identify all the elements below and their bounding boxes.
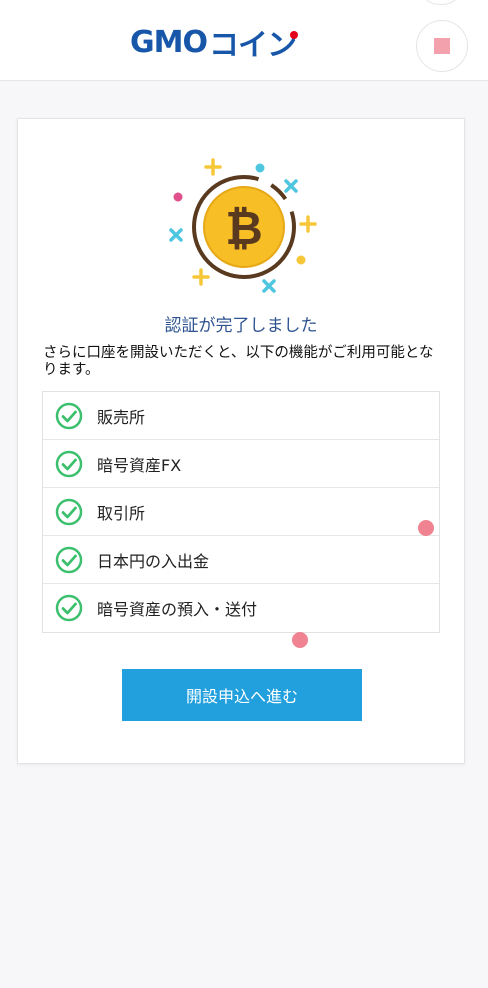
- logo-red-dot-icon: [289, 31, 298, 39]
- check-circle-icon: [55, 498, 83, 525]
- description-text: さらに口座を開設いただくと、以下の機能がご利用可能となります。: [43, 345, 434, 378]
- app-header: GMO コイン: [0, 0, 488, 81]
- svg-text:₿: ₿: [225, 201, 263, 255]
- gmo-coin-logo[interactable]: GMO コイン: [130, 22, 298, 63]
- feature-label: 暗号資産の預入・送付: [97, 600, 258, 619]
- list-item: 取引所: [43, 488, 439, 536]
- logo-latin: GMO: [130, 24, 208, 60]
- completion-title: 認証が完了しました: [164, 316, 318, 336]
- verification-complete-card: ₿ 認証が完了しました さらに口座を開設いただくと、以下の機能がご利用可能となり…: [17, 118, 465, 764]
- open-account-button[interactable]: 開設申込へ進む: [122, 669, 362, 721]
- list-item: 暗号資産FX: [43, 440, 439, 488]
- bitcoin-coin-icon: ₿: [169, 158, 317, 293]
- feature-list: 販売所 暗号資産FX 取引所 日本円の入出金 暗号資産の預入・送付: [42, 391, 440, 633]
- logo-kana: コイン: [208, 28, 297, 63]
- feature-label: 暗号資産FX: [97, 455, 182, 475]
- menu-square-icon: [434, 38, 450, 54]
- check-circle-icon: [55, 594, 83, 622]
- list-item: 販売所: [43, 392, 439, 440]
- check-circle-icon: [55, 450, 83, 477]
- menu-button[interactable]: [416, 20, 468, 72]
- feature-label: 取引所: [97, 503, 146, 523]
- list-item: 暗号資産の預入・送付: [43, 584, 439, 632]
- top-partial-button[interactable]: [418, 0, 464, 5]
- feature-label: 日本円の入出金: [97, 551, 210, 571]
- check-circle-icon: [55, 546, 83, 573]
- touch-indicator: [418, 520, 434, 536]
- check-circle-icon: [55, 402, 83, 429]
- list-item: 日本円の入出金: [43, 536, 439, 584]
- touch-indicator: [292, 632, 308, 648]
- feature-label: 販売所: [97, 407, 146, 427]
